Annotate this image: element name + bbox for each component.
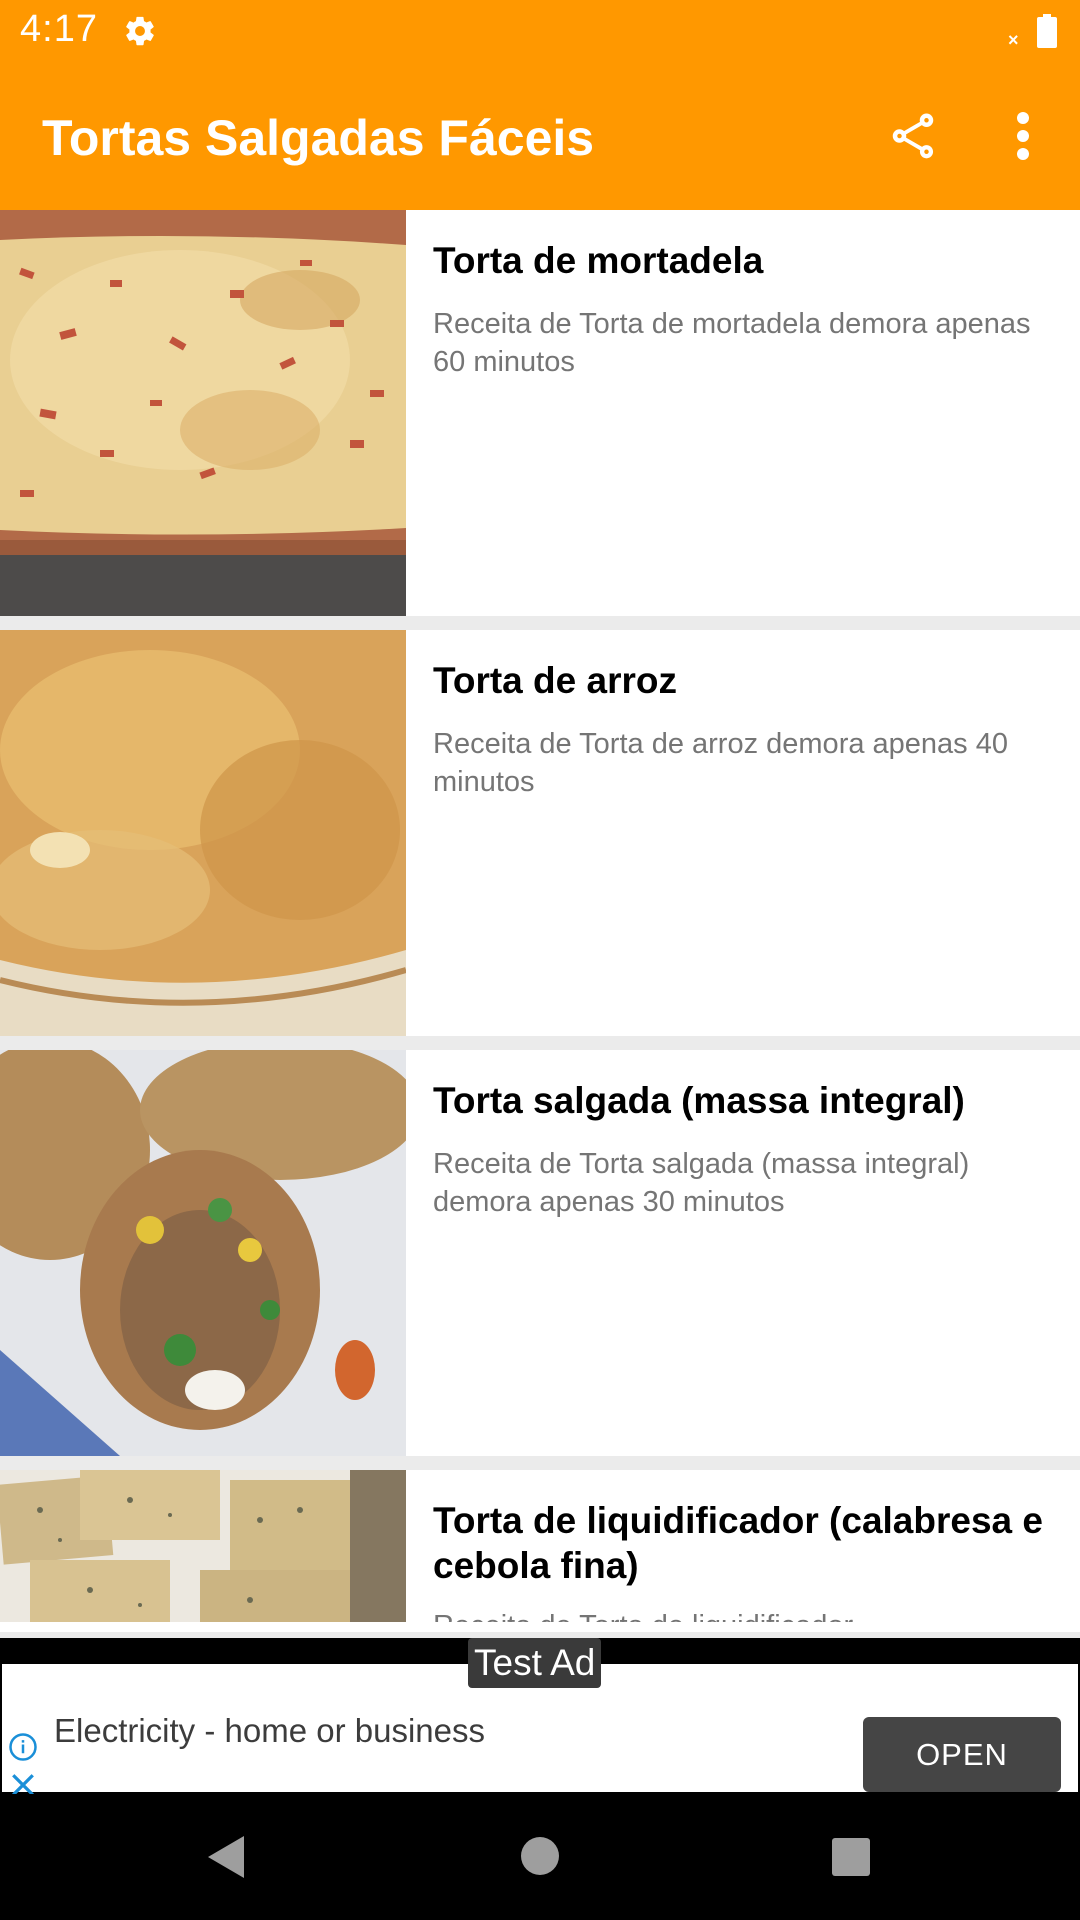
app-bar: Tortas Salgadas Fáceis	[0, 63, 1080, 210]
ad-area: Electricity - home or business OPEN Test…	[0, 1638, 1080, 1796]
share-icon	[892, 113, 934, 159]
more-vert-icon	[1017, 112, 1029, 160]
recipe-description: Receita de Torta de arroz demora apenas …	[433, 728, 1008, 798]
recipe-card[interactable]: Torta de liquidificador (calabresa e ceb…	[0, 1470, 1080, 1632]
mortadela-pie-photo	[0, 210, 406, 616]
recipe-card[interactable]: Torta salgada (massa integral) Receita d…	[0, 1050, 1080, 1456]
info-icon[interactable]	[8, 1732, 38, 1762]
app-title: Tortas Salgadas Fáceis	[42, 110, 595, 166]
no-signal-x-icon: ×	[1008, 30, 1019, 50]
overflow-menu-button[interactable]	[1000, 103, 1046, 169]
status-bar: 4:17 ×	[0, 0, 1080, 63]
recipe-card[interactable]: Torta de mortadela Receita de Torta de m…	[0, 210, 1080, 616]
battery-icon	[1037, 14, 1057, 48]
recipe-title: Torta de arroz	[433, 660, 677, 701]
recipe-title: Torta salgada (massa integral)	[433, 1080, 965, 1121]
recipe-description: Receita de Torta de mortadela demora ape…	[433, 308, 1031, 378]
recipe-description: Receita de Torta salgada (massa integral…	[433, 1148, 970, 1218]
status-time: 4:17	[20, 8, 98, 50]
gear-icon	[126, 16, 154, 46]
navigation-bar	[0, 1794, 1080, 1920]
recipe-title: Torta de mortadela	[433, 240, 764, 281]
ad-open-button[interactable]: OPEN	[863, 1717, 1061, 1792]
home-icon[interactable]	[520, 1836, 560, 1876]
ad-text[interactable]: Electricity - home or business	[54, 1712, 485, 1750]
share-button[interactable]	[880, 103, 946, 169]
recipe-list[interactable]: Torta de mortadela Receita de Torta de m…	[0, 210, 1080, 1638]
recipe-card[interactable]: Torta de arroz Receita de Torta de arroz…	[0, 630, 1080, 1036]
recents-icon[interactable]	[831, 1837, 871, 1877]
back-icon[interactable]	[204, 1834, 248, 1880]
blender-pie-photo	[0, 1470, 406, 1622]
rice-pie-photo	[0, 630, 406, 1036]
recipe-description: Receita de Torta de liquidificador	[433, 1607, 1063, 1622]
ad-label: Test Ad	[468, 1638, 602, 1688]
recipe-title: Torta de liquidificador (calabresa e ceb…	[433, 1500, 1043, 1586]
wholegrain-pie-photo	[0, 1050, 406, 1456]
